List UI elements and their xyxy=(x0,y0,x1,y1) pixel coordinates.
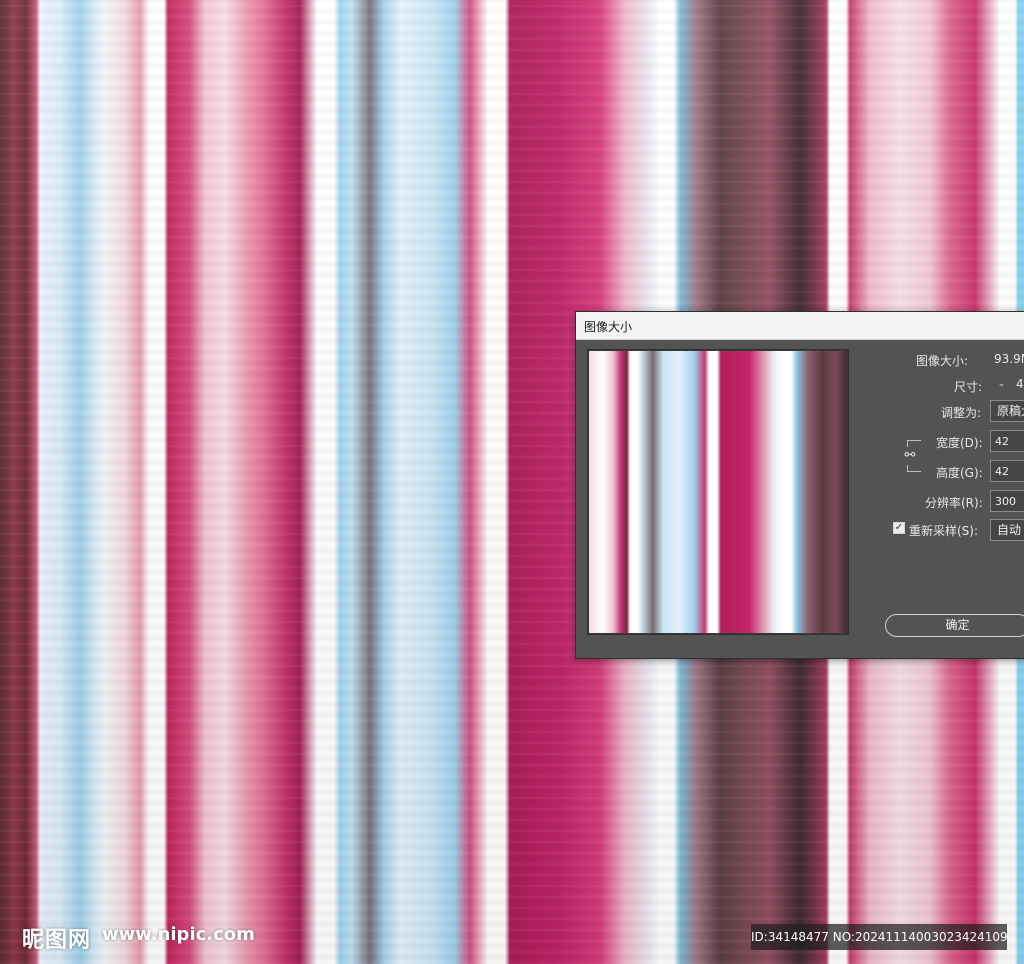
image-preview[interactable] xyxy=(587,349,849,635)
resample-checkbox[interactable]: ✓ xyxy=(893,522,905,534)
dialog-title: 图像大小 xyxy=(584,320,633,334)
chevron-down-icon[interactable]: ⌄ xyxy=(996,378,1007,390)
image-id-bar: ID:34148477 NO:20241114003023424109 xyxy=(751,924,1007,950)
image-size-label: 图像大小: xyxy=(916,354,969,368)
width-input[interactable] xyxy=(990,430,1024,452)
resolution-input[interactable] xyxy=(990,490,1024,512)
image-size-value: 93.9M xyxy=(994,352,1024,366)
fit-to-label: 调整为: xyxy=(941,406,982,420)
ok-button[interactable]: 确定 xyxy=(885,614,1024,637)
dimensions-value: 4 xyxy=(1016,377,1024,391)
watermark-logo: 昵图网 xyxy=(22,927,92,953)
height-input[interactable] xyxy=(990,460,1024,482)
height-label: 高度(G): xyxy=(936,466,983,480)
preview-thumbnail xyxy=(589,351,847,633)
resample-select[interactable]: 自动 xyxy=(990,519,1024,541)
fit-to-select[interactable]: 原稿大 xyxy=(990,400,1024,422)
dimensions-label: 尺寸: xyxy=(954,380,983,394)
dialog-titlebar[interactable]: 图像大小 xyxy=(576,312,1024,340)
resample-label: 重新采样(S): xyxy=(909,524,979,538)
watermark-url: www.nipic.com xyxy=(102,924,255,945)
width-label: 宽度(D): xyxy=(936,436,983,450)
link-chain-icon[interactable]: ⚯ xyxy=(903,447,917,465)
resolution-label: 分辨率(R): xyxy=(925,496,983,510)
image-size-dialog: 图像大小 图像大小: 93.9M 尺寸: ⌄ 4 调整为: 原稿大 ⚯ 宽度(D… xyxy=(575,311,1024,659)
